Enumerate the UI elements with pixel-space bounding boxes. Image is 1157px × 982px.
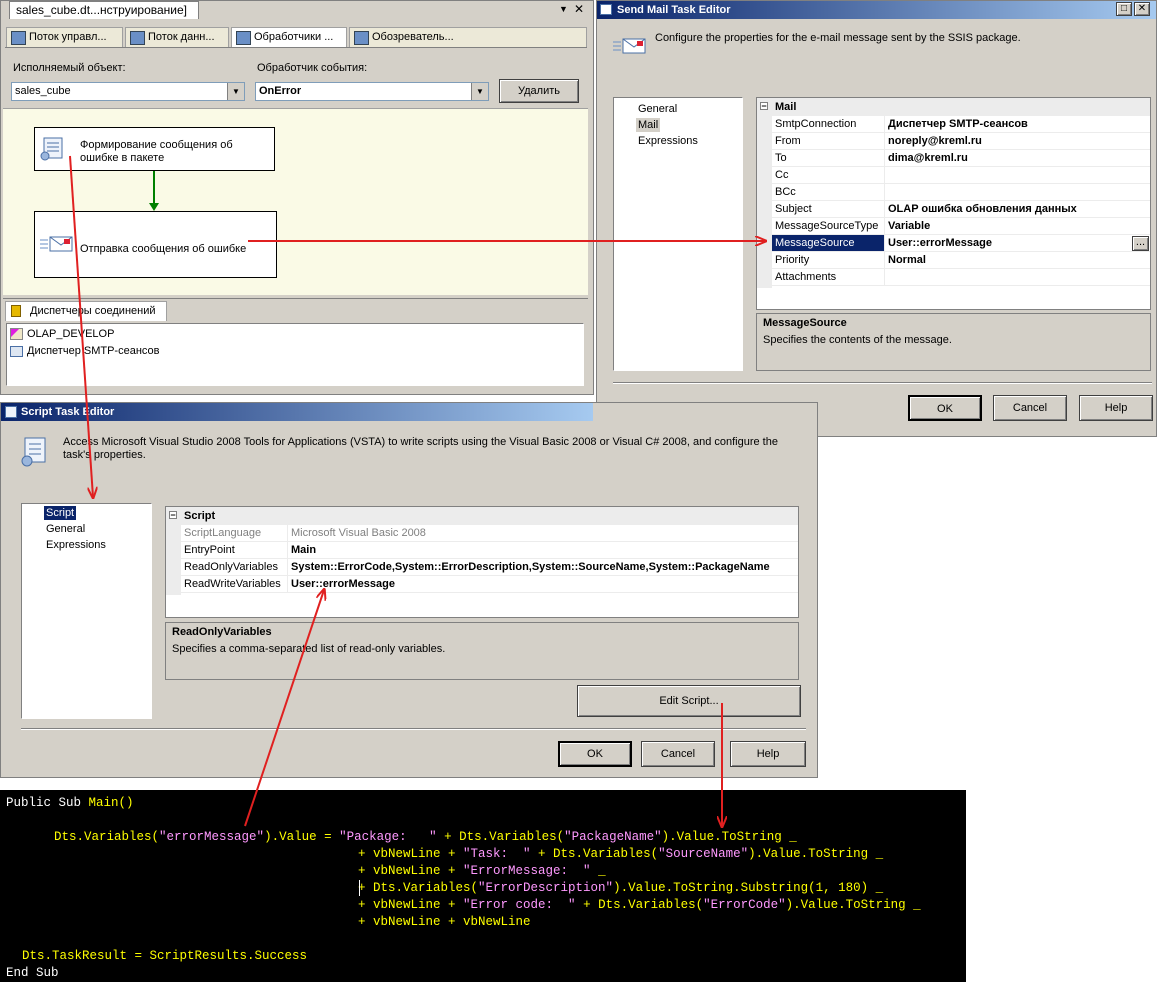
annotation-arrows [69,155,1157,982]
arrow-code-to-readwrite-variables [244,590,324,827]
arrow-task-to-script-editor [69,155,93,497]
